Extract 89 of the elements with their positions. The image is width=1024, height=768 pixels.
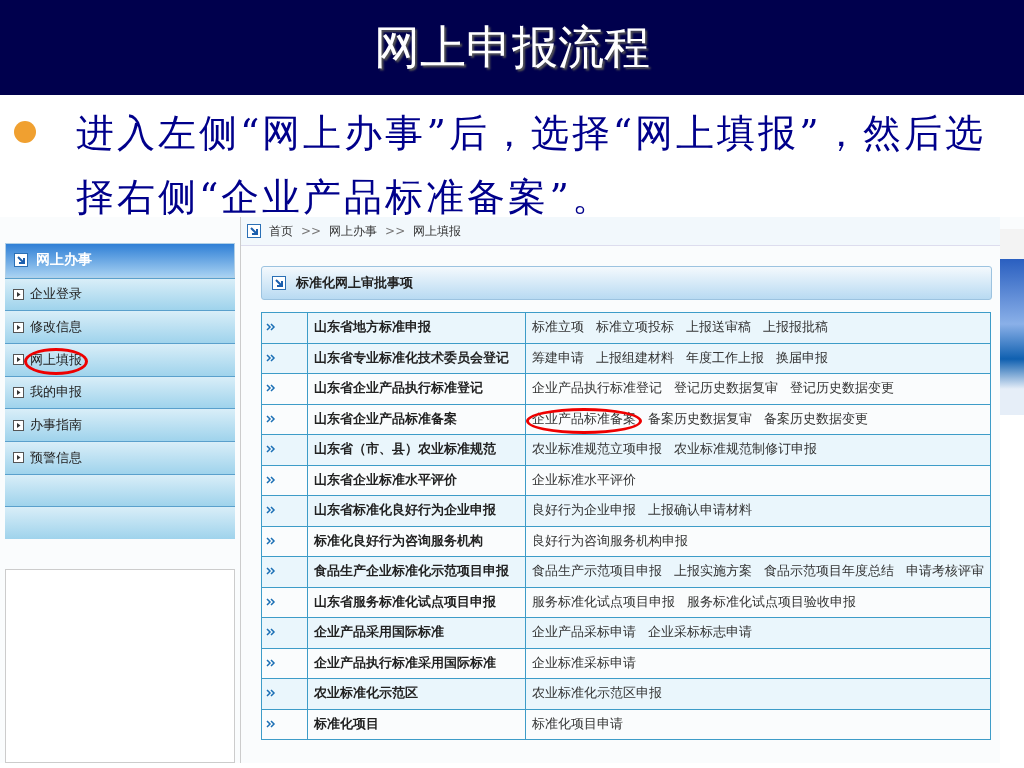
- breadcrumb-separator: >>: [301, 224, 322, 238]
- sidebar-item-label: 企业登录: [30, 286, 82, 302]
- service-link[interactable]: 企业标准水平评价: [532, 471, 636, 487]
- sidebar-item[interactable]: 企业登录: [5, 277, 235, 311]
- table-cell: 农业标准化示范区: [307, 678, 526, 709]
- double-chevron-icon: [266, 657, 276, 668]
- double-chevron-icon: [266, 627, 276, 638]
- breadcrumb-separator: >>: [385, 224, 406, 238]
- service-link[interactable]: 农业标准化示范区申报: [532, 685, 662, 701]
- service-link[interactable]: 标准立项投标: [596, 319, 674, 335]
- breadcrumb-link[interactable]: 网上填报: [413, 222, 462, 240]
- double-chevron-icon: [266, 383, 276, 394]
- sidebar-item[interactable]: 办事指南: [5, 408, 235, 441]
- service-link[interactable]: 企业产品执行标准登记: [532, 380, 662, 396]
- arrow-box-icon: [272, 276, 286, 290]
- service-link[interactable]: 服务标准化试点项目申报: [532, 593, 675, 609]
- table-cell: 标准化项目: [307, 709, 526, 740]
- service-link[interactable]: 上报实施方案: [674, 563, 752, 579]
- double-chevron-icon: [266, 413, 276, 424]
- service-link[interactable]: 上报确认申请材料: [648, 502, 752, 518]
- table-cell: 山东省地方标准申报: [307, 312, 526, 343]
- double-chevron-icon: [266, 505, 276, 516]
- service-link[interactable]: 备案历史数据变更: [764, 410, 868, 426]
- service-link[interactable]: 企业标准采标申请: [532, 654, 636, 670]
- sidebar-item-label: 网上填报: [30, 351, 82, 367]
- play-box-icon: [13, 321, 24, 333]
- service-link[interactable]: 良好行为企业申报: [532, 502, 636, 518]
- service-link[interactable]: 备案历史数据复审: [648, 410, 752, 426]
- service-link[interactable]: 登记历史数据变更: [790, 380, 894, 396]
- table-cell: 山东省企业标准水平评价: [307, 465, 526, 496]
- double-chevron-icon: [266, 352, 276, 363]
- service-link[interactable]: 标准立项: [532, 319, 584, 335]
- arrow-box-icon: [247, 224, 261, 238]
- play-box-icon: [13, 452, 24, 464]
- service-link[interactable]: 农业标准规范立项申报: [532, 441, 662, 457]
- table-cell: 山东省企业产品执行标准登记: [307, 373, 526, 404]
- service-link[interactable]: 食品生产示范项目申报: [532, 563, 662, 579]
- service-link[interactable]: 企业采标标志申请: [648, 624, 752, 640]
- double-chevron-icon: [266, 688, 276, 699]
- double-chevron-icon: [266, 444, 276, 455]
- table-cell: 标准化良好行为咨询服务机构: [307, 526, 526, 557]
- double-chevron-icon: [266, 322, 276, 333]
- play-box-icon: [13, 288, 24, 300]
- bullet-dot: [14, 121, 36, 143]
- service-link[interactable]: 筹建申请: [532, 349, 584, 365]
- breadcrumb-link[interactable]: 首页: [269, 222, 293, 240]
- table-cell: 企业产品执行标准采用国际标准: [307, 648, 526, 679]
- table-cell: 山东省专业标准化技术委员会登记: [307, 343, 526, 374]
- service-link[interactable]: 年度工作上报: [686, 349, 764, 365]
- double-chevron-icon: [266, 474, 276, 485]
- play-box-icon: [13, 387, 24, 398]
- sidebar-item-label: 预警信息: [30, 449, 82, 465]
- service-link[interactable]: 食品示范项目年度总结: [764, 563, 894, 579]
- play-box-icon: [13, 419, 24, 431]
- double-chevron-icon: [266, 596, 276, 607]
- sidebar-item[interactable]: 我的申报: [5, 375, 235, 409]
- bullet-text: 进入左侧“网上办事”后，选择“网上填报”，然后选择右侧“企业产品标准备案”。: [76, 110, 987, 221]
- sidebar-heading-text: 网上办事: [36, 251, 92, 270]
- table-cell: 山东省企业产品标准备案: [307, 404, 526, 435]
- service-link[interactable]: 标准化项目申请: [532, 715, 623, 731]
- service-link[interactable]: 换届申报: [776, 349, 828, 365]
- sidebar-item[interactable]: 修改信息: [5, 310, 235, 343]
- sidebar-item[interactable]: 网上填报: [5, 343, 235, 376]
- slide-title: 网上申报流程: [374, 18, 650, 76]
- service-link[interactable]: 企业产品采标申请: [532, 624, 636, 640]
- sidebar-item[interactable]: 预警信息: [5, 441, 235, 474]
- breadcrumb-link[interactable]: 网上办事: [329, 222, 378, 240]
- double-chevron-icon: [266, 718, 276, 729]
- service-link[interactable]: 上报送审稿: [686, 319, 751, 335]
- service-link[interactable]: 良好行为咨询服务机构申报: [532, 532, 688, 548]
- table-cell: 食品生产企业标准化示范项目申报: [307, 556, 526, 587]
- arrow-box-icon: [14, 253, 28, 268]
- double-chevron-icon: [266, 535, 276, 546]
- play-box-icon: [13, 354, 24, 366]
- service-link[interactable]: 上报报批稿: [763, 319, 828, 335]
- service-link[interactable]: 农业标准规范制修订申报: [674, 441, 817, 457]
- table-cell: 企业产品采用国际标准: [307, 617, 526, 648]
- sidebar-item-label: 修改信息: [30, 319, 82, 335]
- table-cell: 山东省标准化良好行为企业申报: [307, 495, 526, 526]
- table-cell: 山东省（市、县）农业标准规范: [307, 434, 526, 465]
- double-chevron-icon: [266, 566, 276, 577]
- sidebar-item-label: 我的申报: [30, 384, 82, 400]
- service-link[interactable]: 服务标准化试点项目验收申报: [687, 593, 856, 609]
- service-link[interactable]: 申请考核评审: [906, 563, 984, 579]
- service-link[interactable]: 登记历史数据复审: [674, 380, 778, 396]
- service-link[interactable]: 上报组建材料: [596, 349, 674, 365]
- table-cell: 山东省服务标准化试点项目申报: [307, 587, 526, 618]
- section-title: 标准化网上审批事项: [296, 274, 413, 292]
- sidebar-item-label: 办事指南: [30, 417, 82, 433]
